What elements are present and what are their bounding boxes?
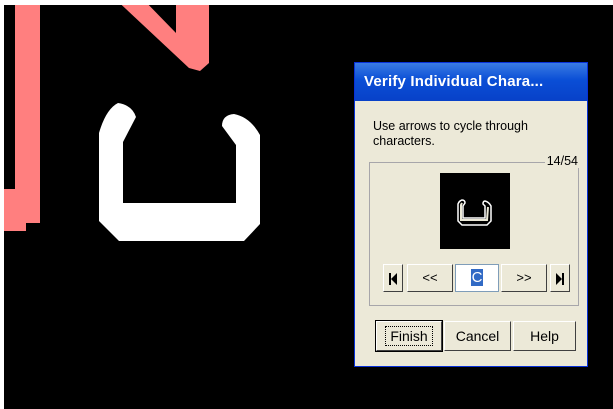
- character-counter: 14/54: [544, 154, 580, 168]
- preview-glyph: [457, 199, 492, 226]
- instruction-text: Use arrows to cycle through characters.: [373, 119, 528, 148]
- help-button[interactable]: Help: [513, 321, 576, 351]
- red-glyph-stroke: [121, 5, 209, 71]
- current-char-value: C: [470, 269, 484, 286]
- dialog-title: Verify Individual Chara...: [364, 73, 544, 90]
- cancel-button[interactable]: Cancel: [444, 321, 511, 351]
- red-glyph-stroke: [4, 189, 26, 231]
- current-char-field[interactable]: C: [455, 264, 499, 292]
- first-char-button[interactable]: [383, 264, 403, 292]
- white-glyph-stroke: [99, 103, 260, 241]
- last-char-button[interactable]: [550, 264, 570, 292]
- prev-char-button[interactable]: <<: [407, 264, 453, 292]
- next-char-button[interactable]: >>: [501, 264, 547, 292]
- character-preview: [440, 173, 510, 249]
- finish-button[interactable]: Finish: [375, 320, 443, 352]
- finish-button-label: Finish: [385, 326, 433, 346]
- dialog-title-bar[interactable]: Verify Individual Chara...: [355, 63, 587, 101]
- skip-first-icon: [389, 270, 397, 285]
- skip-last-icon: [556, 270, 564, 285]
